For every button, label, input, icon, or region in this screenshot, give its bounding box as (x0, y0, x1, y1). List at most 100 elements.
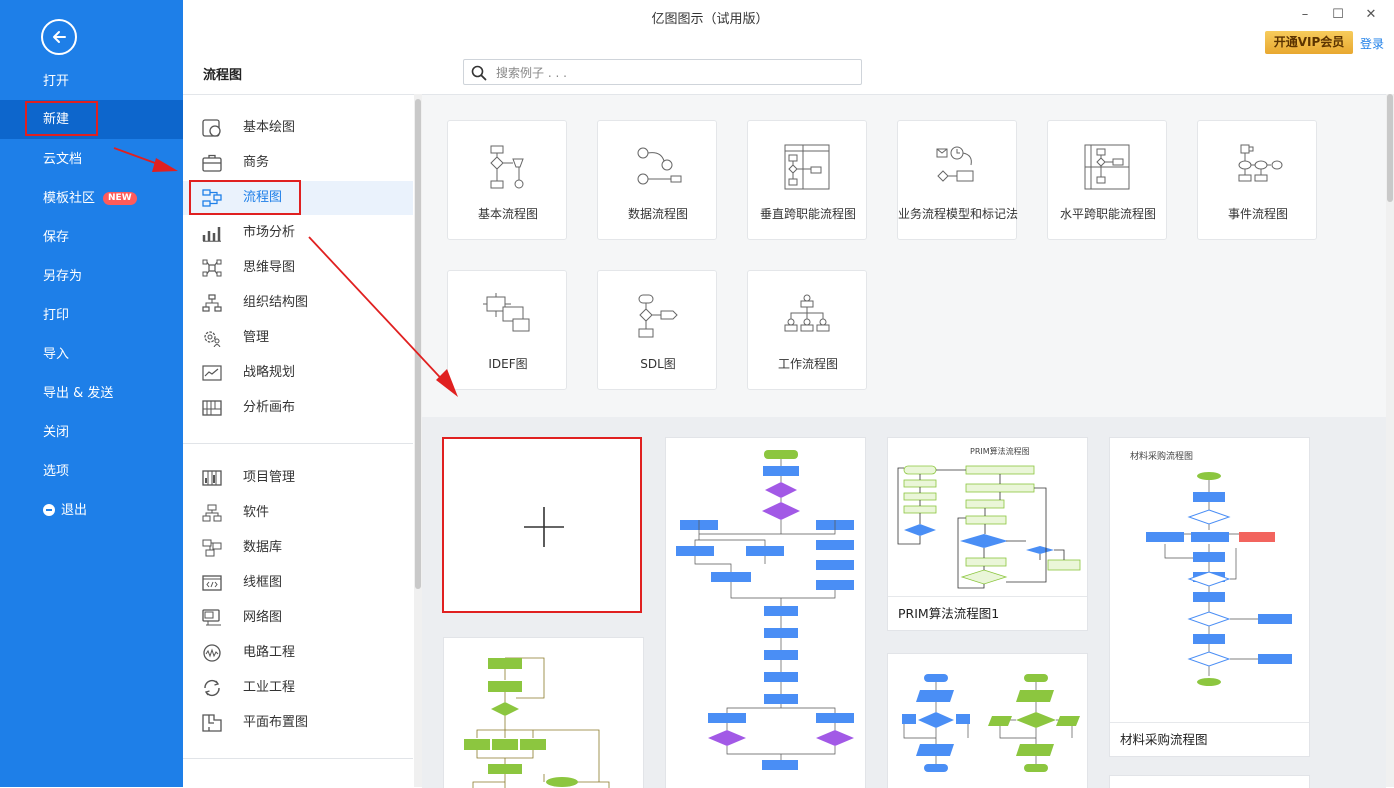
diagram-type-idef[interactable]: IDEF图 (447, 270, 567, 390)
category-basic-drawing[interactable]: 基本绘图 (183, 111, 413, 145)
menu-exit[interactable]: 退出 (0, 491, 183, 530)
maximize-icon[interactable]: ☐ (1328, 6, 1348, 24)
vertical-swimlane-icon (784, 144, 830, 190)
category-divider (183, 758, 413, 759)
mindmap-icon (202, 259, 222, 277)
login-link[interactable]: 登录 (1360, 35, 1384, 52)
category-analysis-canvas[interactable]: 分析画布 (183, 391, 413, 425)
category-database[interactable]: 数据库 (183, 531, 413, 565)
circuit-icon (203, 644, 221, 662)
category-label: 市场分析 (243, 225, 296, 240)
section-title: 流程图 (203, 68, 243, 83)
blank-template-card[interactable] (442, 437, 642, 613)
strategy-icon (202, 365, 222, 381)
scrollbar-thumb[interactable] (1387, 94, 1393, 202)
menu-close[interactable]: 关闭 (0, 413, 183, 452)
scrollbar-thumb[interactable] (415, 99, 421, 589)
template-card[interactable] (443, 637, 644, 788)
category-project-management[interactable]: 项目管理 (183, 461, 413, 495)
category-management[interactable]: 管理 (183, 321, 413, 355)
basic-shapes-icon (202, 119, 221, 137)
category-floorplan[interactable]: 平面布置图 (183, 706, 413, 740)
category-label: 电路工程 (243, 645, 296, 660)
search-input[interactable] (494, 63, 848, 83)
menu-export-send[interactable]: 导出 & 发送 (0, 374, 183, 413)
window-title: 亿图图示（试用版） (651, 12, 769, 27)
category-software[interactable]: 软件 (183, 496, 413, 530)
category-label: 项目管理 (243, 470, 296, 485)
template-card[interactable] (887, 653, 1088, 788)
workflow-icon (784, 294, 830, 332)
industrial-icon (204, 679, 220, 697)
menu-label: 另存为 (43, 269, 83, 284)
menu-print[interactable]: 打印 (0, 296, 183, 335)
diagram-type-workflow[interactable]: 工作流程图 (747, 270, 867, 390)
floorplan-icon (202, 714, 222, 732)
template-thumbnail (676, 450, 854, 770)
category-network[interactable]: 网络图 (183, 601, 413, 635)
minus-circle-icon (43, 504, 55, 516)
project-icon (202, 470, 222, 486)
highlight-box-flowchart (189, 180, 301, 215)
menu-label: 导入 (43, 347, 70, 362)
menu-options[interactable]: 选项 (0, 452, 183, 491)
category-business[interactable]: 商务 (183, 146, 413, 180)
diagram-type-label: 基本流程图 (477, 207, 538, 221)
category-label: 基本绘图 (243, 120, 296, 135)
menu-save[interactable]: 保存 (0, 218, 183, 257)
menu-label: 退出 (61, 503, 88, 518)
template-card[interactable] (665, 437, 866, 788)
category-industrial[interactable]: 工业工程 (183, 671, 413, 705)
minimize-icon[interactable]: – (1295, 6, 1315, 24)
menu-cloud-docs[interactable]: 云文档 (0, 140, 183, 179)
diagram-type-label: 数据流程图 (627, 207, 688, 221)
vip-button[interactable]: 开通VIP会员 (1265, 31, 1353, 54)
horizontal-swimlane-icon (1084, 144, 1130, 190)
briefcase-icon (202, 154, 222, 172)
diagram-type-basic-flowchart[interactable]: 基本流程图 (447, 120, 567, 240)
category-scrollbar[interactable] (414, 94, 422, 787)
diagram-type-label: SDL图 (640, 357, 676, 371)
diagram-type-event[interactable]: 事件流程图 (1197, 120, 1317, 240)
diagram-type-bpmn[interactable]: 业务流程模型和标记法 (897, 120, 1018, 240)
network-icon (202, 609, 221, 626)
template-card-prim[interactable]: PRIM算法流程图 PRIM算法流程图1 (887, 437, 1088, 631)
bpmn-icon (936, 146, 974, 182)
category-market-analysis[interactable]: 市场分析 (183, 216, 413, 250)
menu-label: 保存 (43, 230, 70, 245)
menu-label: 云文档 (43, 152, 83, 167)
event-flowchart-icon (1238, 144, 1283, 182)
category-circuit[interactable]: 电路工程 (183, 636, 413, 670)
template-caption: PRIM算法流程图1 (888, 596, 1087, 630)
main-scrollbar[interactable] (1386, 94, 1394, 787)
template-card[interactable] (1109, 775, 1310, 788)
category-org-chart[interactable]: 组织结构图 (183, 286, 413, 320)
close-icon[interactable]: ✕ (1361, 6, 1381, 24)
menu-label: 选项 (43, 464, 70, 479)
diagram-type-vertical-cross-functional[interactable]: 垂直跨职能流程图 (747, 120, 867, 240)
diagram-type-sdl[interactable]: SDL图 (597, 270, 717, 390)
template-thumbnail-heading: 材料采购流程图 (1130, 452, 1194, 462)
backstage-sidebar: 打开 新建 云文档 模板社区 NEW 保存 另存为 打印 导入 导出 & 发送 关… (0, 0, 183, 787)
search-box[interactable] (463, 59, 862, 85)
menu-label: 模板社区 (43, 191, 96, 206)
menu-open[interactable]: 打开 (0, 62, 183, 101)
software-icon (202, 504, 222, 522)
template-card-material-purchase[interactable]: 材料采购流程图 材料采购流程图 (1109, 437, 1310, 757)
menu-save-as[interactable]: 另存为 (0, 257, 183, 296)
plus-icon (524, 507, 564, 547)
new-badge: NEW (103, 192, 137, 205)
category-mindmap[interactable]: 思维导图 (183, 251, 413, 285)
menu-label: 打印 (43, 308, 70, 323)
gear-people-icon (204, 331, 221, 347)
category-strategy[interactable]: 战略规划 (183, 356, 413, 390)
category-wireframe[interactable]: 线框图 (183, 566, 413, 600)
category-label: 分析画布 (243, 400, 296, 415)
data-flow-icon (637, 147, 682, 185)
diagram-type-horizontal-cross-functional[interactable]: 水平跨职能流程图 (1047, 120, 1167, 240)
back-arrow-icon[interactable] (41, 19, 77, 55)
diagram-type-data-flow[interactable]: 数据流程图 (597, 120, 717, 240)
menu-template-community[interactable]: 模板社区 NEW (0, 179, 183, 218)
menu-import[interactable]: 导入 (0, 335, 183, 374)
category-label: 组织结构图 (243, 295, 309, 310)
